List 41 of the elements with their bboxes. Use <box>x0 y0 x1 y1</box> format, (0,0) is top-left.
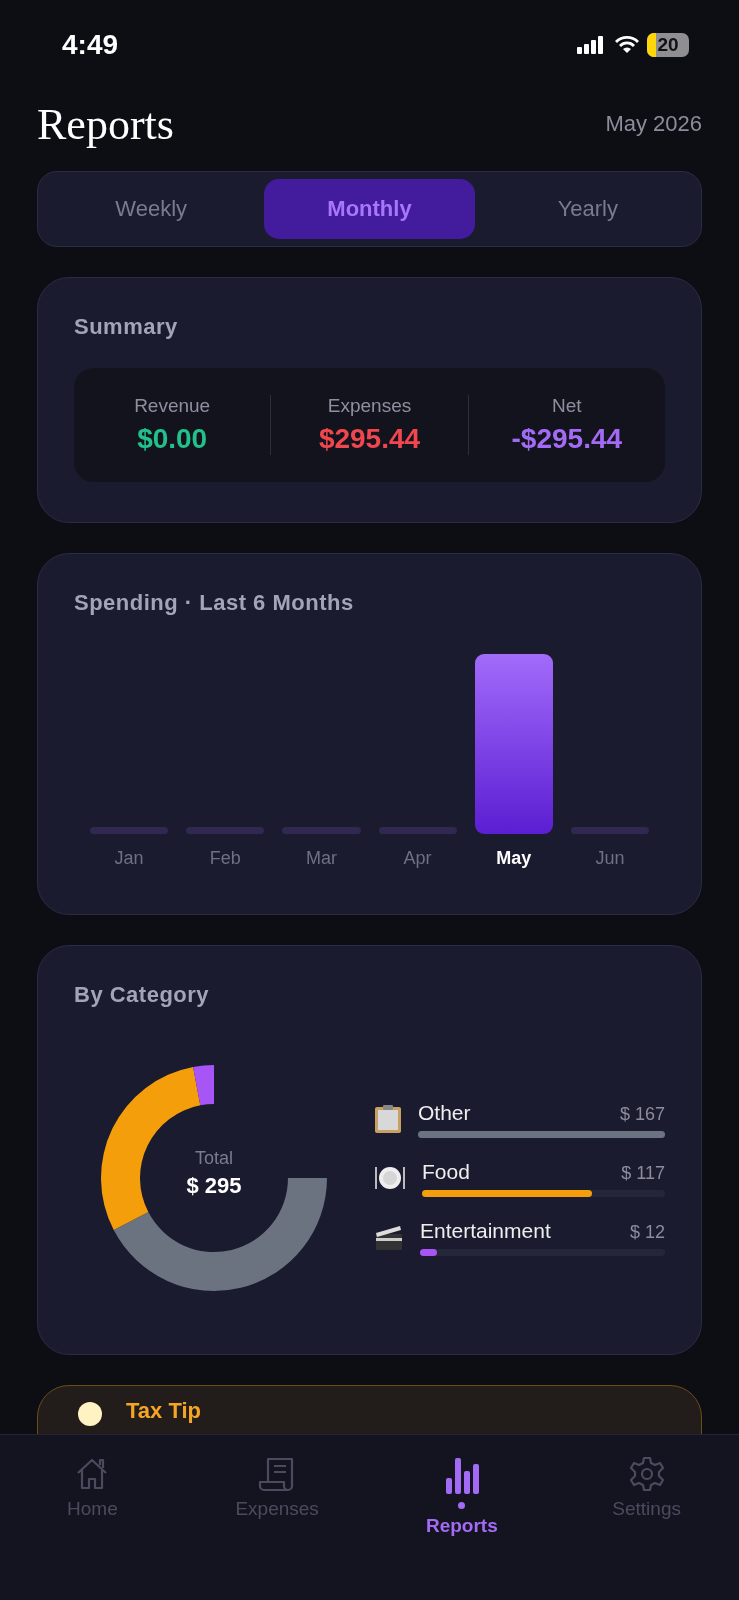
total-value: $ 295 <box>186 1173 242 1199</box>
selected-dot <box>458 1502 466 1509</box>
settings-icon <box>628 1456 665 1492</box>
clipboard-icon <box>374 1104 402 1134</box>
category-name: Food <box>422 1159 470 1184</box>
metric-value: $0.00 <box>137 423 208 455</box>
tab-bar-item[interactable]: Settings <box>554 1455 739 1521</box>
metric-label: Net <box>552 395 582 417</box>
category-name: Entertainment <box>420 1218 551 1243</box>
month-label: Jan <box>114 848 144 869</box>
month-label: Apr <box>403 848 432 869</box>
wifi-icon <box>615 36 639 54</box>
month-label: Mar <box>305 848 337 869</box>
category-amount: $ 167 <box>619 1103 665 1125</box>
tip-title: Tax Tip <box>126 1398 201 1424</box>
metric-value: -$295.44 <box>511 423 623 455</box>
tab-bar-item[interactable]: Reports <box>369 1455 555 1538</box>
category-name: Other <box>418 1100 471 1125</box>
metric-label: Expenses <box>327 395 412 417</box>
total-label: Total <box>195 1148 233 1169</box>
battery-icon: 20 <box>647 33 689 57</box>
card-title: By Category <box>74 982 211 1008</box>
category-amount: $ 117 <box>621 1162 665 1184</box>
card-title: Summary <box>74 314 179 340</box>
period-tab[interactable]: Yearly <box>482 179 693 239</box>
status-time: 4:49 <box>62 29 119 61</box>
tab-bar-item[interactable]: Expenses <box>184 1455 370 1521</box>
period-label: May 2026 <box>605 111 702 137</box>
period-tab[interactable]: Monthly <box>264 179 475 239</box>
month-label: Feb <box>209 848 241 869</box>
month-label: Jun <box>595 848 625 869</box>
metric-value: $295.44 <box>318 423 421 455</box>
month-label: May <box>496 848 532 869</box>
tab-bar-item[interactable]: Home <box>0 1455 185 1521</box>
category-amount: $ 12 <box>629 1221 665 1243</box>
page-title: Reports <box>37 98 174 150</box>
bulb-icon <box>78 1402 102 1426</box>
metric-label: Revenue <box>134 395 211 417</box>
card-title: Spending · Last 6 Months <box>74 590 355 616</box>
bar-chart-icon <box>444 1456 479 1496</box>
period-tab[interactable]: Weekly <box>46 179 257 239</box>
